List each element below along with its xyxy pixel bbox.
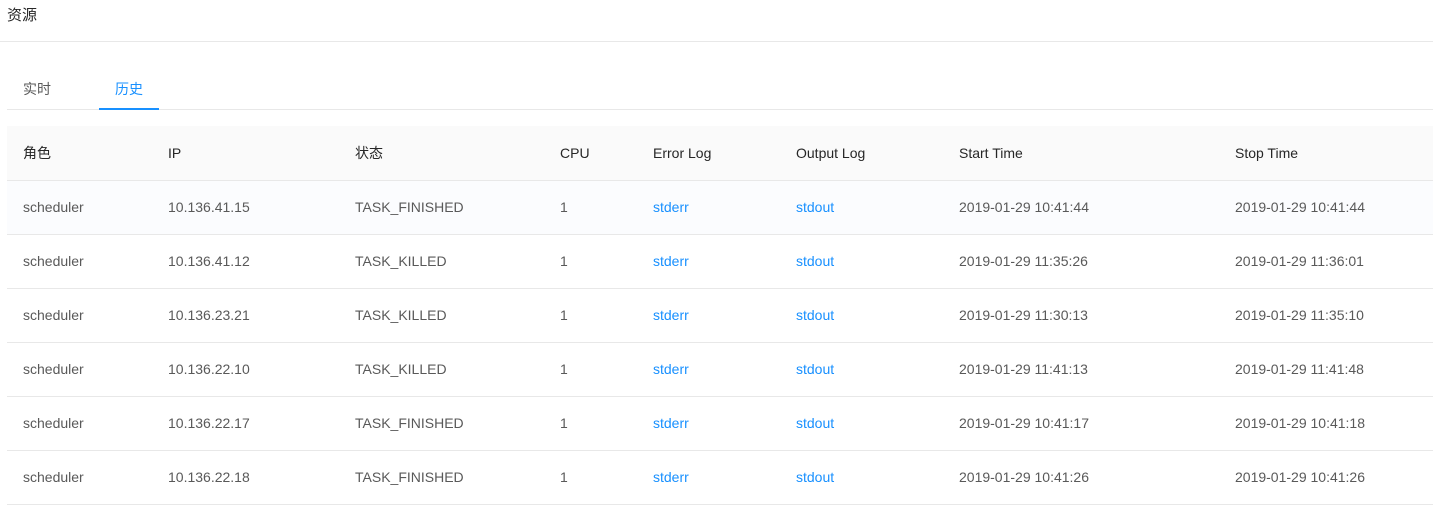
cell-output-log: stdout xyxy=(780,288,943,343)
stdout-link[interactable]: stdout xyxy=(796,307,834,323)
cell-output-log: stdout xyxy=(780,234,943,289)
cell-start-time: 2019-01-29 11:35:26 xyxy=(943,234,1219,289)
cell-stop-time: 2019-01-29 10:41:18 xyxy=(1219,396,1433,451)
stdout-link[interactable]: stdout xyxy=(796,361,834,377)
cell-role: scheduler xyxy=(7,450,152,505)
cell-cpu: 1 xyxy=(544,180,637,235)
cell-ip: 10.136.22.10 xyxy=(152,342,339,397)
stdout-link[interactable]: stdout xyxy=(796,415,834,431)
cell-error-log: stderr xyxy=(637,180,780,235)
cell-role: scheduler xyxy=(7,396,152,451)
cell-role: scheduler xyxy=(7,342,152,397)
column-header-error-log[interactable]: Error Log xyxy=(637,126,780,181)
cell-cpu: 1 xyxy=(544,450,637,505)
column-header-status[interactable]: 状态 xyxy=(339,126,544,181)
table-row: scheduler 10.136.22.18 TASK_FINISHED 1 s… xyxy=(7,450,1433,505)
cell-role: scheduler xyxy=(7,180,152,235)
cell-stop-time: 2019-01-29 11:35:10 xyxy=(1219,288,1433,343)
stderr-link[interactable]: stderr xyxy=(653,361,689,377)
cell-cpu: 1 xyxy=(544,288,637,343)
cell-status: TASK_KILLED xyxy=(339,234,544,289)
cell-ip: 10.136.23.21 xyxy=(152,288,339,343)
column-header-ip[interactable]: IP xyxy=(152,126,339,181)
cell-role: scheduler xyxy=(7,234,152,289)
stderr-link[interactable]: stderr xyxy=(653,415,689,431)
cell-stop-time: 2019-01-29 10:41:44 xyxy=(1219,180,1433,235)
table-row: scheduler 10.136.23.21 TASK_KILLED 1 std… xyxy=(7,288,1433,343)
cell-cpu: 1 xyxy=(544,342,637,397)
resource-table: 角色 IP 状态 CPU Error Log Output Log Start … xyxy=(7,126,1433,505)
stderr-link[interactable]: stderr xyxy=(653,307,689,323)
column-header-output-log[interactable]: Output Log xyxy=(780,126,943,181)
column-header-start-time[interactable]: Start Time xyxy=(943,126,1219,181)
cell-error-log: stderr xyxy=(637,396,780,451)
cell-stop-time: 2019-01-29 11:36:01 xyxy=(1219,234,1433,289)
stdout-link[interactable]: stdout xyxy=(796,199,834,215)
cell-cpu: 1 xyxy=(544,234,637,289)
cell-error-log: stderr xyxy=(637,450,780,505)
stderr-link[interactable]: stderr xyxy=(653,253,689,269)
cell-status: TASK_FINISHED xyxy=(339,396,544,451)
cell-stop-time: 2019-01-29 10:41:26 xyxy=(1219,450,1433,505)
cell-status: TASK_KILLED xyxy=(339,288,544,343)
table-row: scheduler 10.136.22.10 TASK_KILLED 1 std… xyxy=(7,342,1433,397)
stdout-link[interactable]: stdout xyxy=(796,469,834,485)
cell-status: TASK_FINISHED xyxy=(339,450,544,505)
stderr-link[interactable]: stderr xyxy=(653,469,689,485)
table-header-row: 角色 IP 状态 CPU Error Log Output Log Start … xyxy=(7,126,1433,181)
cell-stop-time: 2019-01-29 11:41:48 xyxy=(1219,342,1433,397)
column-header-role[interactable]: 角色 xyxy=(7,126,152,181)
cell-cpu: 1 xyxy=(544,396,637,451)
cell-ip: 10.136.22.17 xyxy=(152,396,339,451)
cell-output-log: stdout xyxy=(780,180,943,235)
column-header-cpu[interactable]: CPU xyxy=(544,126,637,181)
cell-output-log: stdout xyxy=(780,450,943,505)
tab-bar: 实时 历史 xyxy=(7,69,1433,110)
stderr-link[interactable]: stderr xyxy=(653,199,689,215)
cell-start-time: 2019-01-29 10:41:44 xyxy=(943,180,1219,235)
stdout-link[interactable]: stdout xyxy=(796,253,834,269)
cell-output-log: stdout xyxy=(780,396,943,451)
table-row: scheduler 10.136.22.17 TASK_FINISHED 1 s… xyxy=(7,396,1433,451)
page-header: 资源 xyxy=(0,0,1433,42)
table-row: scheduler 10.136.41.12 TASK_KILLED 1 std… xyxy=(7,234,1433,289)
cell-error-log: stderr xyxy=(637,234,780,289)
cell-start-time: 2019-01-29 11:41:13 xyxy=(943,342,1219,397)
cell-start-time: 2019-01-29 11:30:13 xyxy=(943,288,1219,343)
tab-history[interactable]: 历史 xyxy=(99,69,159,110)
cell-status: TASK_KILLED xyxy=(339,342,544,397)
cell-error-log: stderr xyxy=(637,288,780,343)
cell-status: TASK_FINISHED xyxy=(339,180,544,235)
cell-start-time: 2019-01-29 10:41:26 xyxy=(943,450,1219,505)
cell-ip: 10.136.22.18 xyxy=(152,450,339,505)
cell-ip: 10.136.41.15 xyxy=(152,180,339,235)
column-header-stop-time[interactable]: Stop Time xyxy=(1219,126,1433,181)
table-row: scheduler 10.136.41.15 TASK_FINISHED 1 s… xyxy=(7,180,1433,235)
cell-ip: 10.136.41.12 xyxy=(152,234,339,289)
cell-output-log: stdout xyxy=(780,342,943,397)
page-title: 资源 xyxy=(7,7,38,24)
cell-error-log: stderr xyxy=(637,342,780,397)
cell-role: scheduler xyxy=(7,288,152,343)
cell-start-time: 2019-01-29 10:41:17 xyxy=(943,396,1219,451)
tab-realtime[interactable]: 实时 xyxy=(23,69,51,109)
